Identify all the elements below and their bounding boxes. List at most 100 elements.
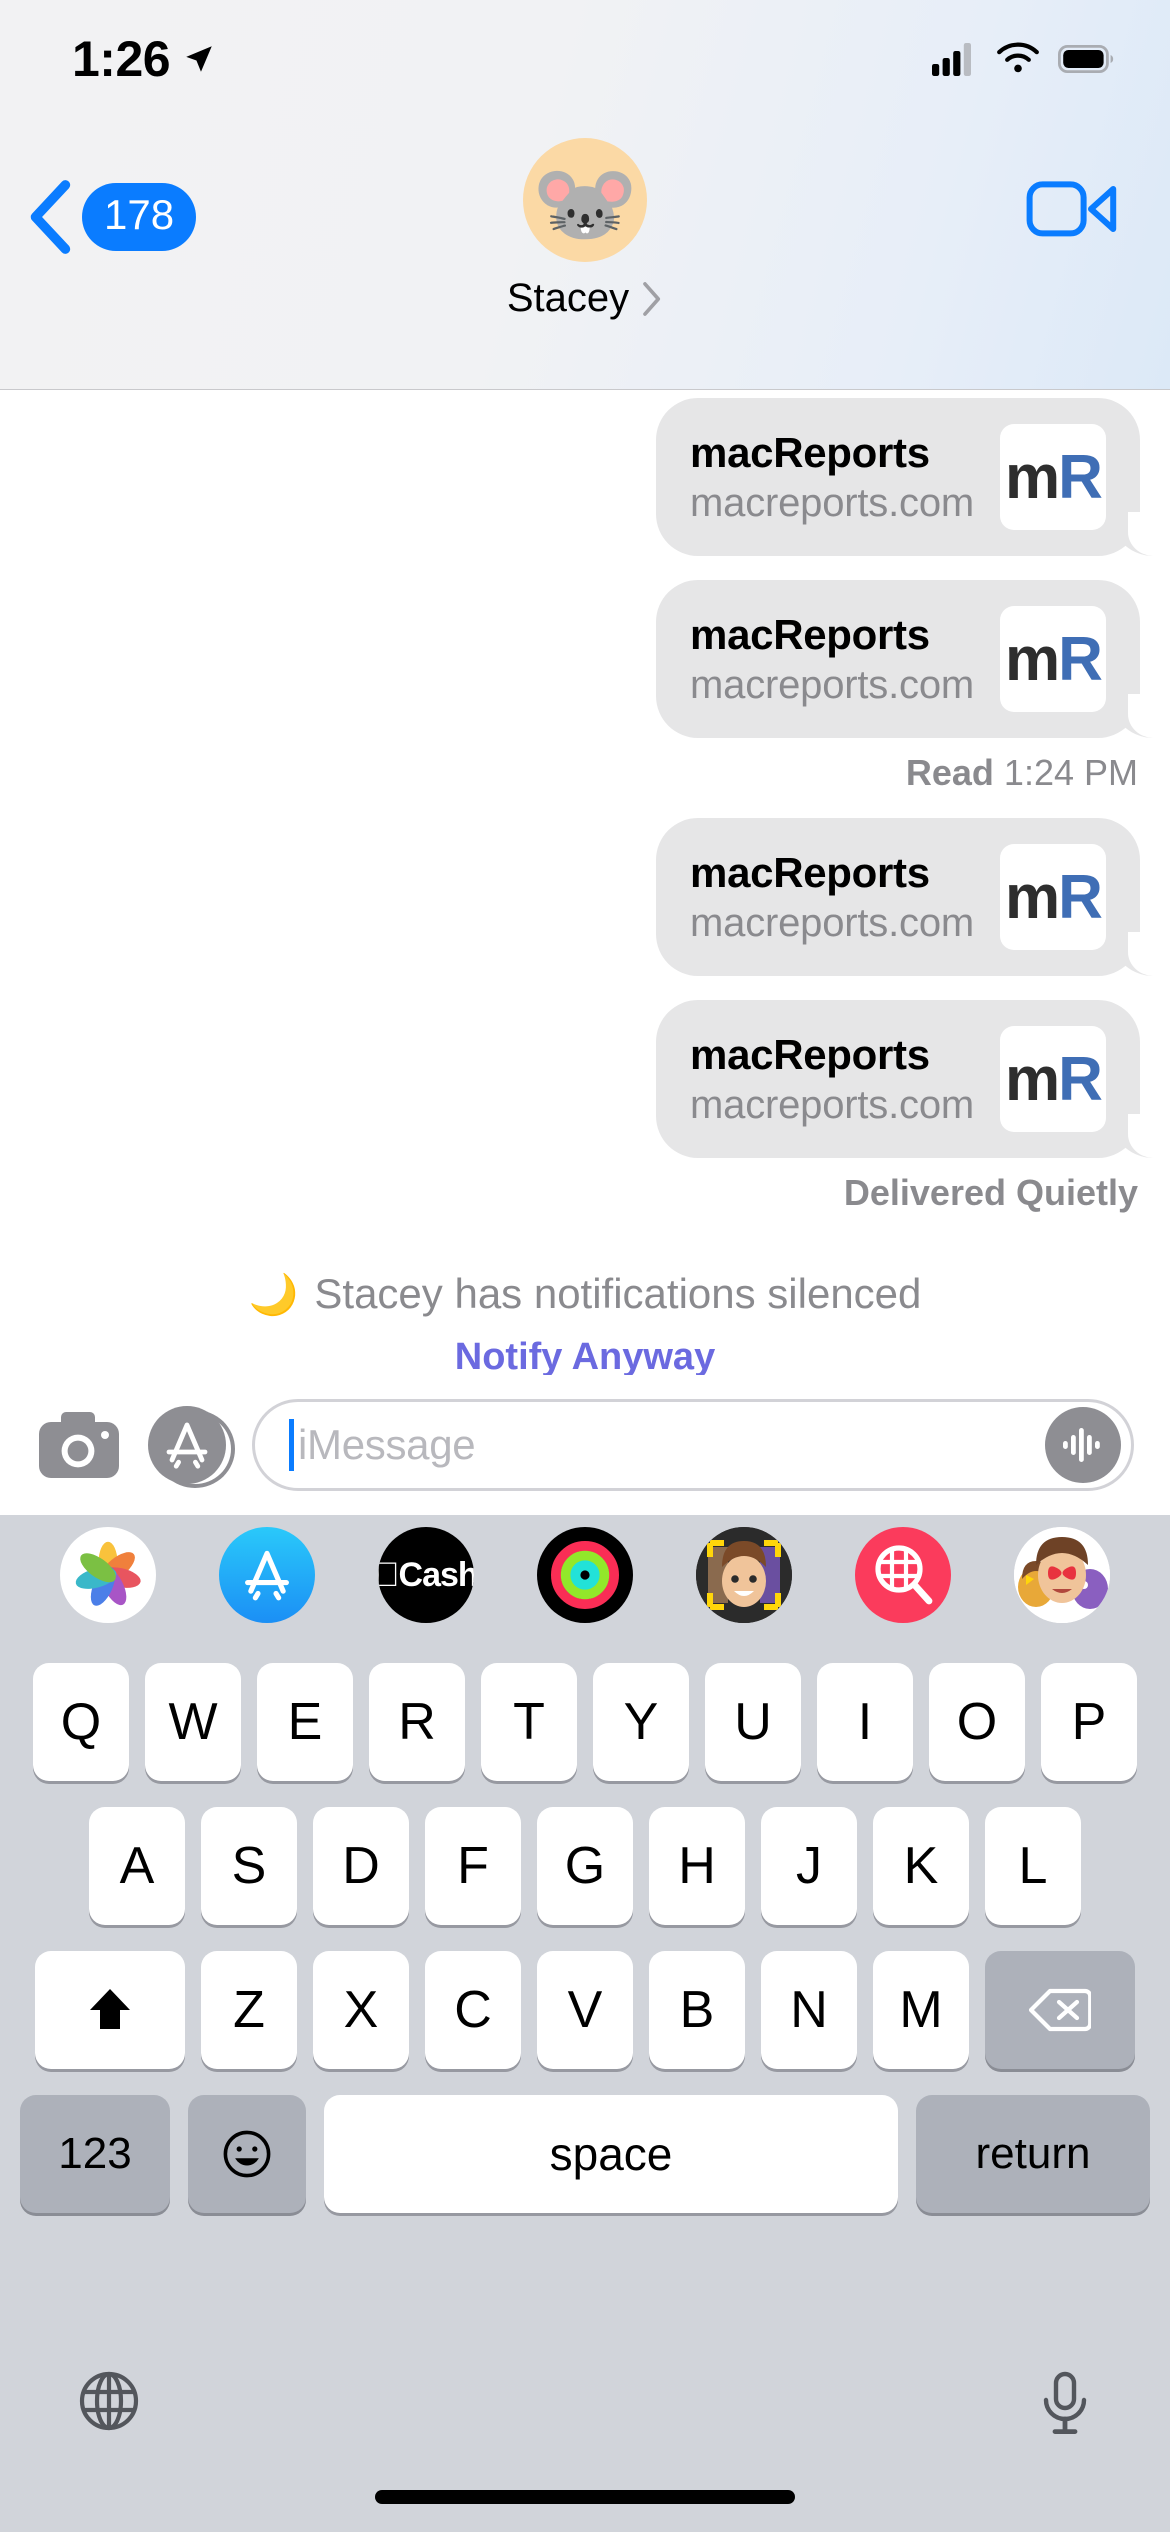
on-screen-keyboard[interactable]: Q W E R T Y U I O P A S D F G H J K L Z … [0, 1635, 1170, 2532]
key-f[interactable]: F [425, 1807, 521, 1925]
message-row[interactable]: macReports macreports.com mR [0, 580, 1170, 738]
notifications-silenced-text: Stacey has notifications silenced [314, 1270, 922, 1317]
logo-letter-r: R [1058, 1044, 1103, 1114]
globe-key[interactable] [78, 2370, 140, 2437]
key-i[interactable]: I [817, 1663, 913, 1781]
space-key[interactable]: space [324, 2095, 898, 2213]
delete-key[interactable] [985, 1951, 1135, 2069]
activity-rings-icon [550, 1541, 619, 1609]
key-e[interactable]: E [257, 1663, 353, 1781]
message-bubble-link-preview[interactable]: macReports macreports.com mR [656, 580, 1156, 738]
contact-name-row[interactable]: Stacey [507, 276, 663, 321]
home-indicator [375, 2490, 795, 2504]
keyboard-row-4: 123 space return [0, 2069, 1170, 2213]
keyboard-row-3: Z X C V B N M [0, 1925, 1170, 2069]
key-l[interactable]: L [985, 1807, 1081, 1925]
read-receipt: Read 1:24 PM [0, 738, 1170, 794]
key-m[interactable]: M [873, 1951, 969, 2069]
key-w[interactable]: W [145, 1663, 241, 1781]
delete-backward-icon [1029, 1988, 1091, 2032]
app-icon-app-store[interactable] [218, 1527, 315, 1623]
app-icon-apple-cash[interactable]: Cash [377, 1527, 474, 1623]
link-preview-title: macReports [690, 428, 930, 476]
key-a[interactable]: A [89, 1807, 185, 1925]
facetime-button[interactable] [1026, 178, 1118, 245]
shift-key[interactable] [35, 1951, 185, 2069]
key-d[interactable]: D [313, 1807, 409, 1925]
key-b[interactable]: B [649, 1951, 745, 2069]
read-label: Read [905, 752, 994, 793]
key-c[interactable]: C [425, 1951, 521, 2069]
key-z[interactable]: Z [201, 1951, 297, 2069]
key-v[interactable]: V [537, 1951, 633, 2069]
shift-arrow-icon [90, 1989, 130, 2029]
key-t[interactable]: T [481, 1663, 577, 1781]
cellular-bars-icon [932, 43, 971, 76]
key-x[interactable]: X [313, 1951, 409, 2069]
link-preview-title: macReports [690, 848, 930, 896]
app-icon-memoji-stickers[interactable] [1014, 1527, 1111, 1623]
key-h[interactable]: H [649, 1807, 745, 1925]
message-thread[interactable]: Today 1:22 PM macReports macreports.com … [0, 330, 1170, 1380]
message-bubble-link-preview[interactable]: macReports macreports.com mR [656, 818, 1156, 976]
audio-message-button[interactable] [1045, 1407, 1121, 1483]
message-input-field[interactable]: iMessage [252, 1399, 1134, 1491]
numbers-key[interactable]: 123 [20, 2095, 170, 2213]
link-preview-title: macReports [690, 610, 930, 658]
app-icon-images[interactable] [855, 1527, 952, 1623]
key-j[interactable]: J [761, 1807, 857, 1925]
macreports-logo-icon: mR [1000, 1026, 1106, 1132]
read-time: 1:24 PM [1003, 752, 1138, 793]
status-bar-left: 1:26 [72, 30, 216, 88]
notifications-silenced-banner: 🌙 Stacey has notifications silenced [0, 1270, 1170, 1318]
link-preview-text: macReports macreports.com [690, 1031, 974, 1128]
app-icon-memoji[interactable] [696, 1527, 793, 1623]
link-preview-text: macReports macreports.com [690, 611, 974, 708]
message-row[interactable]: macReports macreports.com mR [0, 398, 1170, 556]
link-preview-domain: macreports.com [690, 662, 974, 707]
app-icon-fitness[interactable] [536, 1527, 633, 1623]
link-preview-text: macReports macreports.com [690, 429, 974, 526]
avatar[interactable]: 🐭 [523, 138, 647, 262]
key-r[interactable]: R [369, 1663, 465, 1781]
key-p[interactable]: P [1041, 1663, 1137, 1781]
audio-waveform-icon [1063, 1428, 1100, 1462]
logo-letter-m: m [1005, 862, 1060, 932]
photos-icon [75, 1541, 141, 1606]
key-o[interactable]: O [929, 1663, 1025, 1781]
location-arrow-icon [186, 46, 212, 72]
logo-letter-r: R [1058, 442, 1103, 512]
camera-button[interactable] [36, 1406, 122, 1484]
message-row[interactable]: macReports macreports.com mR [0, 1000, 1170, 1158]
delivered-quietly-label: Delivered Quietly [843, 1172, 1138, 1213]
notify-anyway-button[interactable]: Notify Anyway [0, 1336, 1170, 1379]
message-bubble-link-preview[interactable]: macReports macreports.com mR [656, 398, 1156, 556]
message-bubble-link-preview[interactable]: macReports macreports.com mR [656, 1000, 1156, 1158]
text-cursor [289, 1419, 294, 1471]
imessage-app-drawer[interactable]: Cash [0, 1515, 1170, 1635]
macreports-logo-icon: mR [1000, 844, 1106, 950]
key-u[interactable]: U [705, 1663, 801, 1781]
chevron-right-icon [643, 281, 661, 316]
logo-letter-r: R [1058, 862, 1103, 932]
link-preview-domain: macreports.com [690, 480, 974, 525]
key-q[interactable]: Q [33, 1663, 129, 1781]
key-y[interactable]: Y [593, 1663, 689, 1781]
message-row[interactable]: macReports macreports.com mR [0, 818, 1170, 976]
link-preview-domain: macreports.com [690, 900, 974, 945]
keyboard-row-2: A S D F G H J K L [0, 1781, 1170, 1925]
key-k[interactable]: K [873, 1807, 969, 1925]
memoji-icon [696, 1527, 793, 1623]
contact-header[interactable]: 🐭 Stacey [0, 138, 1170, 321]
return-key[interactable]: return [916, 2095, 1150, 2213]
macreports-logo-icon: mR [1000, 606, 1106, 712]
wifi-icon [997, 42, 1039, 73]
key-g[interactable]: G [537, 1807, 633, 1925]
emoji-key[interactable] [188, 2095, 306, 2213]
app-icon-photos[interactable] [59, 1527, 156, 1623]
macreports-logo-icon: mR [1000, 424, 1106, 530]
key-s[interactable]: S [201, 1807, 297, 1925]
app-store-button[interactable] [148, 1406, 235, 1488]
dictation-key[interactable] [1038, 2370, 1092, 2441]
key-n[interactable]: N [761, 1951, 857, 2069]
